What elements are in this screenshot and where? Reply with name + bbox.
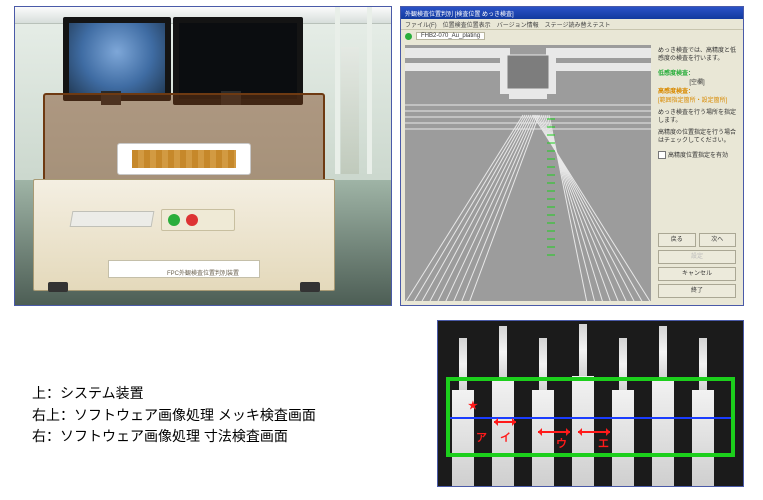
low-sensitivity-label: 低感度検査： [658,68,736,77]
menu-item[interactable]: ステージ読み替えテスト [545,20,611,29]
caption-line: 右上：ソフトウェア画像処理 メッキ検査画面 [32,405,412,427]
sample-tray [117,143,251,175]
status-indicator-icon [405,33,412,40]
back-button[interactable]: 戻る [658,233,696,247]
annot-u: ウ [556,435,567,451]
window-titlebar: 外観検査位置判別 [検査位置 めっき検査] [401,7,743,19]
panel-note1: めっき検査を行う場所を指定します。 [658,110,736,125]
panel-note2: 高精度の位置指定を行う場合はチェックしてください。 [658,130,736,145]
filename-field: FHB2-070_Au_plating [416,32,485,40]
menu-item[interactable]: 位置検査位置表示 [443,20,491,29]
high-precision-checkbox[interactable]: 高精度位置指定を有効 [658,150,736,159]
keyboard [70,211,155,227]
checkbox-icon [658,151,666,159]
caption-line: 右：ソフトウェア画像処理 寸法検査画面 [32,426,412,448]
panel-intro: めっき検査では、高精度と低感度の検査を行います。 [658,48,736,63]
dimension-inspection-image: ★ ア イ ウ エ [437,320,744,487]
high-sensitivity-value: [範囲指定箇所・設定箇所] [658,95,736,104]
high-sensitivity-label: 高感度検査： [658,86,736,95]
inspection-machine [33,103,335,291]
settings-button: 設定 [658,250,736,264]
machine-label: FPC外観検査位置判別装置 [167,268,239,277]
annot-a: ア [476,429,487,445]
side-panel: めっき検査では、高精度と低感度の検査を行います。 低感度検査： [空欄] 高感度… [655,45,739,301]
caption-line: 上：システム装置 [32,383,412,405]
star-marker: ★ [468,399,478,412]
low-sensitivity-value: [空欄] [658,77,736,86]
arrow-icon [578,431,610,433]
monitor-left [63,17,171,101]
cancel-button[interactable]: キャンセル [658,267,736,281]
arrow-icon [494,421,516,423]
arrow-icon [538,431,570,433]
annot-i: イ [500,429,511,445]
control-buttons [161,209,235,231]
close-button[interactable]: 終了 [658,284,736,298]
figure-caption: 上：システム装置 右上：ソフトウェア画像処理 メッキ検査画面 右：ソフトウェア画… [32,383,412,448]
window-menubar: ファイル(F) 位置検査位置表示 バージョン情報 ステージ読み替えテスト [401,19,743,30]
checkbox-label: 高精度位置指定を有効 [668,150,728,159]
software-window: 外観検査位置判別 [検査位置 めっき検査] ファイル(F) 位置検査位置表示 バ… [400,6,744,306]
menu-item[interactable]: ファイル(F) [405,20,437,29]
window-title: 外観検査位置判別 [検査位置 めっき検査] [405,9,514,18]
system-machine-photo: FPC外観検査位置判別装置 [14,6,392,306]
menu-item[interactable]: バージョン情報 [497,20,539,29]
image-viewer[interactable] [405,45,651,301]
next-button[interactable]: 次へ [699,233,737,247]
annot-e: エ [598,435,609,451]
